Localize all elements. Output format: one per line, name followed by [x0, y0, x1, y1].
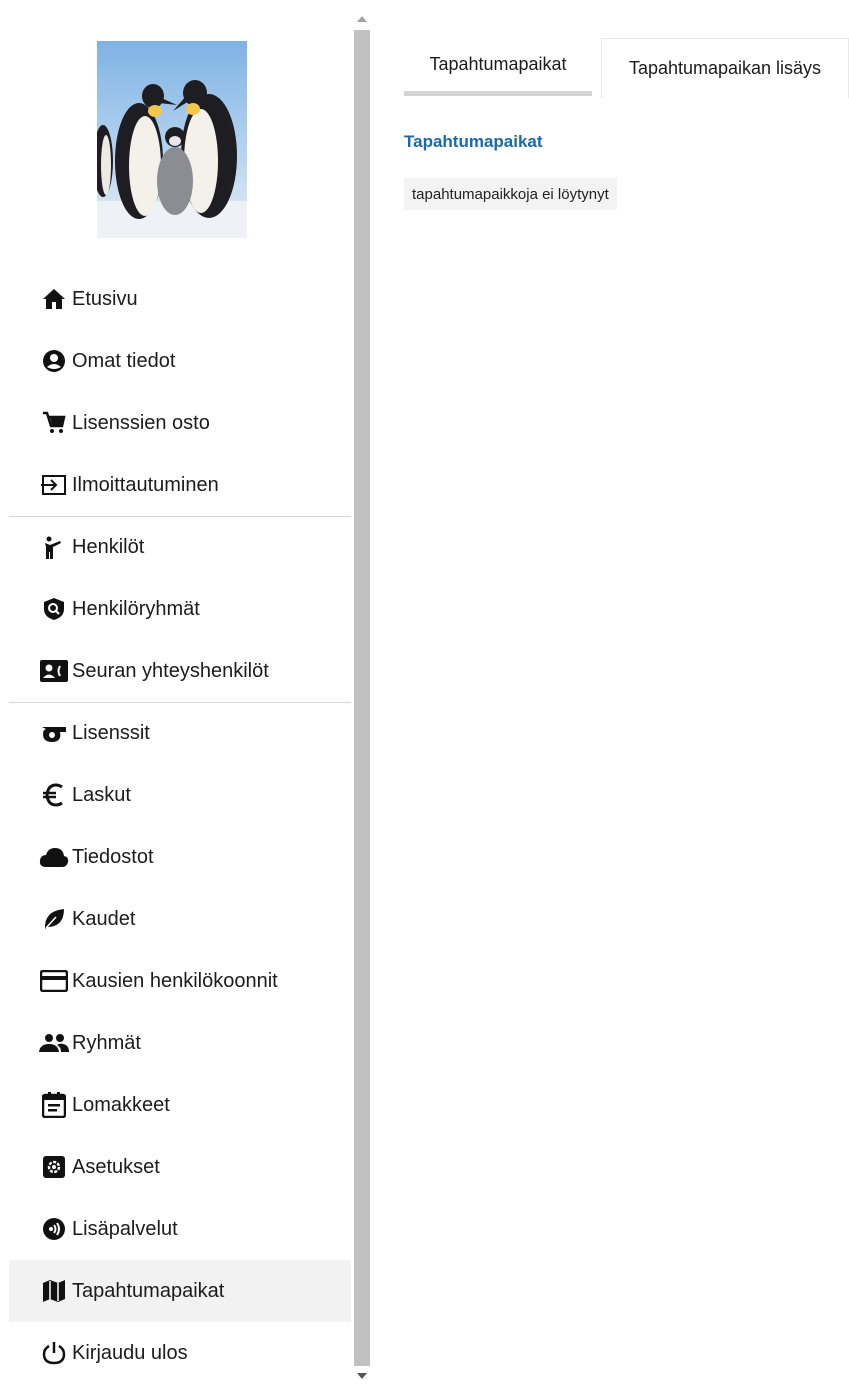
- map-icon: [39, 1278, 69, 1304]
- sidebar-item-henkiloryhmat[interactable]: Henkilöryhmät: [9, 578, 351, 640]
- sidebar-item-lisenssit[interactable]: Lisenssit: [9, 702, 351, 764]
- logo-image: [97, 41, 247, 238]
- sidebar-item-label: Kirjaudu ulos: [72, 1341, 188, 1364]
- sidebar-item-ryhmat[interactable]: Ryhmät: [9, 1012, 351, 1074]
- sidebar-item-label: Ryhmät: [72, 1031, 141, 1054]
- sidebar-item-label: Tapahtumapaikat: [72, 1279, 225, 1302]
- sidebar-item-seuran-yhteyshenkilot[interactable]: Seuran yhteyshenkilöt: [9, 640, 351, 702]
- sidebar-item-omat-tiedot[interactable]: Omat tiedot: [9, 330, 351, 392]
- sidebar-item-label: Ilmoittautuminen: [72, 473, 219, 496]
- main-content: Tapahtumapaikat Tapahtumapaikan lisäys T…: [380, 0, 849, 1378]
- section-title: Tapahtumapaikat: [404, 132, 543, 151]
- sidebar-item-label: Henkilöt: [72, 536, 145, 558]
- sidebar-item-label: Laskut: [72, 783, 131, 806]
- euro-icon: [39, 782, 69, 808]
- empty-state-message: tapahtumapaikkoja ei löytynyt: [404, 178, 617, 210]
- tab-tapahtumapaikan-lisays[interactable]: Tapahtumapaikan lisäys: [601, 38, 849, 98]
- sidebar: Etusivu Omat tiedot Lisenssien osto Ilmo…: [0, 0, 352, 1378]
- sidebar-item-label: Seuran yhteyshenkilöt: [72, 659, 269, 682]
- sidebar-item-ilmoittautuminen[interactable]: Ilmoittautuminen: [9, 454, 351, 516]
- power-icon: [39, 1340, 69, 1366]
- sidebar-item-laskut[interactable]: Laskut: [9, 764, 351, 826]
- cart-icon: [39, 410, 69, 436]
- leaf-icon: [39, 906, 69, 932]
- broadcast-icon: [39, 1216, 69, 1242]
- sidebar-item-label: Lomakkeet: [72, 1093, 170, 1116]
- scroll-thumb[interactable]: [354, 30, 370, 1366]
- sidebar-item-kirjaudu-ulos[interactable]: Kirjaudu ulos: [9, 1322, 351, 1384]
- sidebar-item-lisenssien-osto[interactable]: Lisenssien osto: [9, 392, 351, 454]
- sidebar-item-kaudet[interactable]: Kaudet: [9, 888, 351, 950]
- sidebar-item-label: Kaudet: [72, 907, 136, 930]
- settings-icon: [39, 1154, 69, 1180]
- person-icon: [39, 535, 69, 561]
- sidebar-item-kausien-henkilokoonnit[interactable]: Kausien henkilökoonnit: [9, 950, 351, 1012]
- contact-card-icon: [39, 658, 69, 684]
- sidebar-item-label: Henkilöryhmät: [72, 597, 200, 620]
- sidebar-item-label: Lisäpalvelut: [72, 1217, 178, 1240]
- sidebar-item-label: Tiedostot: [72, 845, 154, 868]
- login-icon: [39, 472, 69, 498]
- sidebar-nav: Etusivu Omat tiedot Lisenssien osto Ilmo…: [9, 268, 351, 1384]
- sidebar-item-label: Asetukset: [72, 1155, 160, 1178]
- cloud-icon: [39, 844, 69, 870]
- scroll-up-icon[interactable]: [357, 16, 367, 22]
- sidebar-item-asetukset[interactable]: Asetukset: [9, 1136, 351, 1198]
- group-icon: [39, 1030, 69, 1056]
- sidebar-item-etusivu[interactable]: Etusivu: [9, 268, 351, 330]
- sidebar-item-tapahtumapaikat[interactable]: Tapahtumapaikat: [9, 1260, 351, 1322]
- shield-search-icon: [39, 596, 69, 622]
- tab-tapahtumapaikat[interactable]: Tapahtumapaikat: [404, 38, 592, 96]
- whistle-icon: [39, 721, 69, 747]
- sidebar-item-label: Etusivu: [72, 287, 138, 310]
- sidebar-item-lomakkeet[interactable]: Lomakkeet: [9, 1074, 351, 1136]
- sidebar-item-label: Lisenssit: [72, 722, 150, 744]
- sidebar-item-henkilot[interactable]: Henkilöt: [9, 516, 351, 578]
- sidebar-item-label: Kausien henkilökoonnit: [72, 969, 278, 992]
- sidebar-item-label: Lisenssien osto: [72, 411, 210, 434]
- credit-card-icon: [39, 968, 69, 994]
- scroll-down-icon[interactable]: [357, 1373, 367, 1379]
- calendar-form-icon: [39, 1092, 69, 1118]
- sidebar-scrollbar[interactable]: [352, 12, 372, 1379]
- home-icon: [39, 286, 69, 312]
- sidebar-item-label: Omat tiedot: [72, 349, 176, 372]
- account-circle-icon: [39, 348, 69, 374]
- sidebar-item-lisapalvelut[interactable]: Lisäpalvelut: [9, 1198, 351, 1260]
- sidebar-item-tiedostot[interactable]: Tiedostot: [9, 826, 351, 888]
